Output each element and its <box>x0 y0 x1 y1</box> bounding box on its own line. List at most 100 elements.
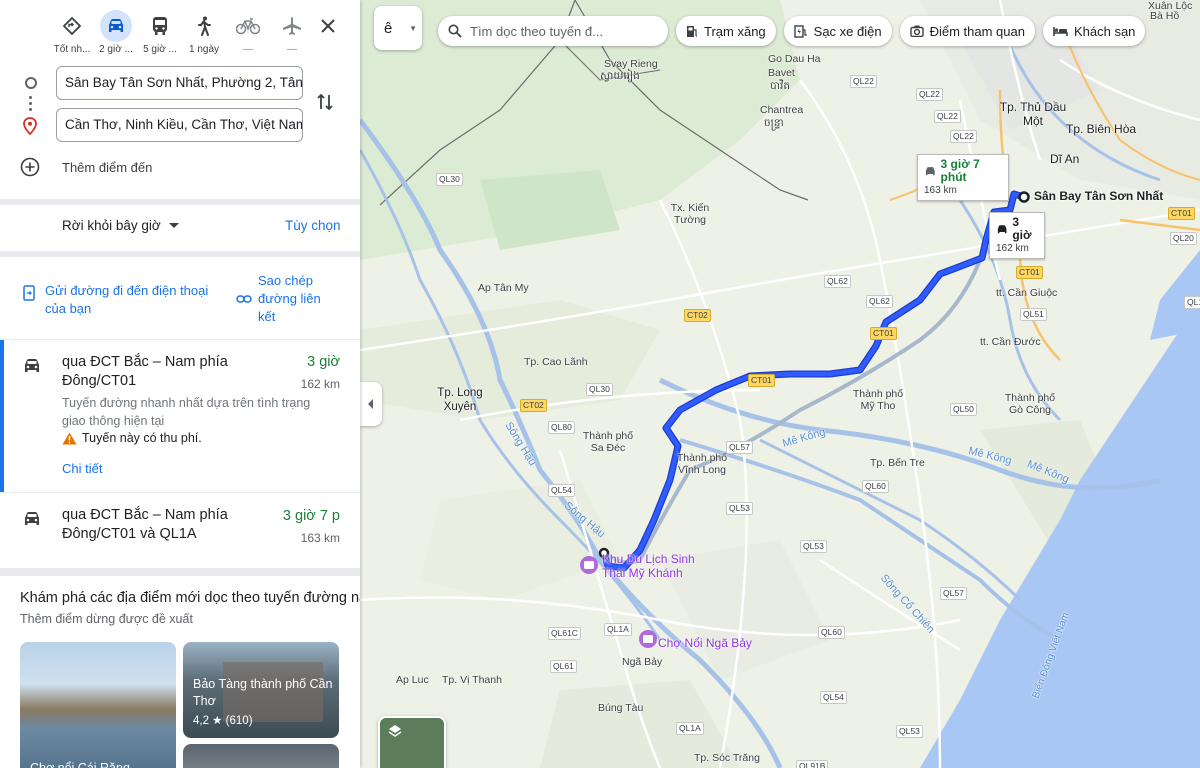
place-label: Tp. Thủ Dầu Một <box>999 100 1067 128</box>
chevron-left-icon <box>368 399 373 409</box>
explore-card-museum[interactable]: Bảo Tàng thành phố Cần Thơ 4,2 ★ (610) <box>183 642 339 738</box>
road-shield: QL61 <box>550 660 577 673</box>
copy-link-button[interactable]: Sao chép đường liên kết <box>236 272 321 326</box>
flight-icon <box>276 10 308 42</box>
place-label: Tp. Cao Lãnh <box>524 356 588 368</box>
place-label: Tp. Long Xuyên <box>437 387 483 413</box>
chip-ev-charging[interactable]: Sạc xe điện <box>783 16 892 46</box>
copy-link-label-3: kết <box>258 309 276 324</box>
warning-icon <box>62 432 77 444</box>
explore-card-cai-rang[interactable]: Chợ nổi Cái Răng <box>20 642 176 768</box>
route-callout-alt[interactable]: 3 giờ 7 phút 163 km <box>917 154 1009 201</box>
origin-map-label: Sân Bay Tân Sơn Nhất <box>1034 189 1164 203</box>
depart-time-dropdown[interactable]: Rời khỏi bây giờ <box>62 218 179 233</box>
road-shield: QL57 <box>940 587 967 600</box>
road-shield: QL53 <box>726 502 753 515</box>
place-label: Thành phố Vĩnh Long <box>676 452 728 476</box>
mode-walking[interactable]: 1 ngày <box>182 10 226 58</box>
road-shield: QL91B <box>796 760 829 768</box>
toll-warning: Tuyến này có thu phí. <box>62 431 202 445</box>
route-distance: 163 km <box>300 531 340 545</box>
place-label: Ap Luc <box>396 674 429 686</box>
mode-bicycle[interactable]: — <box>226 10 270 58</box>
language-button[interactable]: ê ▼ <box>374 6 422 50</box>
send-to-phone-button[interactable]: Gửi đường đi đến điện thoại của bạn <box>23 282 208 318</box>
swap-locations-button[interactable] <box>316 92 334 115</box>
place-label: Thành phố Mỹ Tho <box>852 388 904 412</box>
road-shield: QL22 <box>850 75 877 88</box>
mode-driving[interactable]: 2 giờ ... <box>94 10 138 58</box>
directions-panel: Tốt nh... 2 giờ ... 5 giờ ... 1 ngày — —… <box>0 0 360 768</box>
car-icon <box>25 512 39 525</box>
send-to-phone-label-1: Gửi đường đi đến điện thoại <box>45 283 209 298</box>
ev-charging-icon <box>793 24 807 38</box>
card-title: Bảo Tàng thành phố Cần Thơ <box>193 677 333 708</box>
road-shield: QL22 <box>916 88 943 101</box>
mode-flight[interactable]: — <box>270 10 314 58</box>
send-to-phone-icon <box>23 285 35 301</box>
chip-attractions[interactable]: Điểm tham quan <box>899 16 1035 46</box>
chip-gas-stations[interactable]: Trạm xăng <box>676 16 776 46</box>
route-option-1[interactable]: qua ĐCT Bắc – Nam phía Đông/CT01 3 giờ 1… <box>0 340 360 492</box>
hotel-bed-icon <box>1053 26 1068 36</box>
route-callout-main[interactable]: 3 giờ 162 km <box>989 212 1045 259</box>
road-shield: QL57 <box>726 441 753 454</box>
road-shield: QL30 <box>436 173 463 186</box>
destination-input[interactable]: Cần Thơ, Ninh Kiều, Cần Thơ, Việt Nam <box>56 108 303 142</box>
bicycle-icon <box>232 10 264 42</box>
mode-transit[interactable]: 5 giờ ... <box>138 10 182 58</box>
transit-icon <box>144 10 176 42</box>
walk-icon <box>188 10 220 42</box>
road-shield: QL53 <box>896 725 923 738</box>
route-search-placeholder: Tìm dọc theo tuyến đ... <box>470 23 603 39</box>
route-name: qua ĐCT Bắc – Nam phía Đông/CT01 <box>62 354 228 389</box>
layers-button[interactable] <box>378 716 446 768</box>
collapse-panel-button[interactable] <box>360 382 382 426</box>
section-divider <box>0 251 360 257</box>
place-label: tt. Cần Giuộc <box>996 287 1058 299</box>
place-label: Tp. Bến Tre <box>870 457 925 469</box>
origin-input[interactable]: Sân Bay Tân Sơn Nhất, Phường 2, Tân Bình <box>56 66 303 100</box>
callout-distance: 163 km <box>924 185 957 196</box>
callout-time: 3 giờ 7 phút <box>940 157 980 184</box>
close-directions-button[interactable] <box>316 14 340 38</box>
map-canvas[interactable]: Svay Rieng ស្វាយរៀង Go Dau Ha Bavet បាវិ… <box>360 0 1200 768</box>
place-label: Svay Rieng <box>604 58 658 70</box>
road-shield: QL54 <box>820 691 847 704</box>
dropdown-caret-icon <box>168 222 179 228</box>
origin-marker-icon[interactable] <box>1018 191 1030 203</box>
mode-label: 2 giờ ... <box>99 44 133 55</box>
options-button[interactable]: Tùy chọn <box>285 218 341 233</box>
place-label: Búng Tàu <box>598 702 644 714</box>
road-shield: QL60 <box>818 626 845 639</box>
explore-card-next[interactable] <box>183 744 339 768</box>
depart-label: Rời khỏi bây giờ <box>62 218 161 233</box>
route-option-2[interactable]: qua ĐCT Bắc – Nam phía Đông/CT01 và QL1A… <box>0 493 360 567</box>
road-shield: CT01 <box>1016 266 1043 279</box>
poi-label-cho-noi[interactable]: Chợ Nổi Ngã Bảy <box>658 636 752 650</box>
search-icon <box>448 24 462 38</box>
route-search-box[interactable]: Tìm dọc theo tuyến đ... <box>438 16 668 46</box>
place-label: Go Dau Ha <box>768 53 821 65</box>
add-destination-button[interactable]: Thêm điểm đến <box>20 157 152 177</box>
best-mode-icon <box>56 10 88 42</box>
mode-best[interactable]: Tốt nh... <box>50 10 94 58</box>
car-icon <box>997 224 1007 233</box>
poi-label-my-khanh[interactable]: Khu Du Lịch Sinh Thái Mỹ Khánh <box>602 552 698 580</box>
route-duration: 3 giờ <box>307 354 340 370</box>
mode-label: 1 ngày <box>188 44 220 55</box>
route-name: qua ĐCT Bắc – Nam phía Đông/CT01 và QL1A <box>62 507 228 542</box>
place-label: Bà Hồ <box>1150 10 1180 22</box>
caret-icon: ▼ <box>409 24 417 33</box>
place-label: បាវិត <box>770 80 790 92</box>
place-label: Thành phố Sa Đéc <box>582 430 634 454</box>
gas-station-icon <box>687 25 698 37</box>
place-label: Tp. Sóc Trăng <box>694 752 760 764</box>
road-shield: QL62 <box>824 275 851 288</box>
road-shield: CT02 <box>684 309 711 322</box>
swap-icon <box>317 93 333 111</box>
route-details-link[interactable]: Chi tiết <box>62 461 102 476</box>
chip-hotels[interactable]: Khách sạn <box>1042 16 1146 46</box>
mode-label: — <box>243 44 253 55</box>
car-icon <box>925 166 935 175</box>
